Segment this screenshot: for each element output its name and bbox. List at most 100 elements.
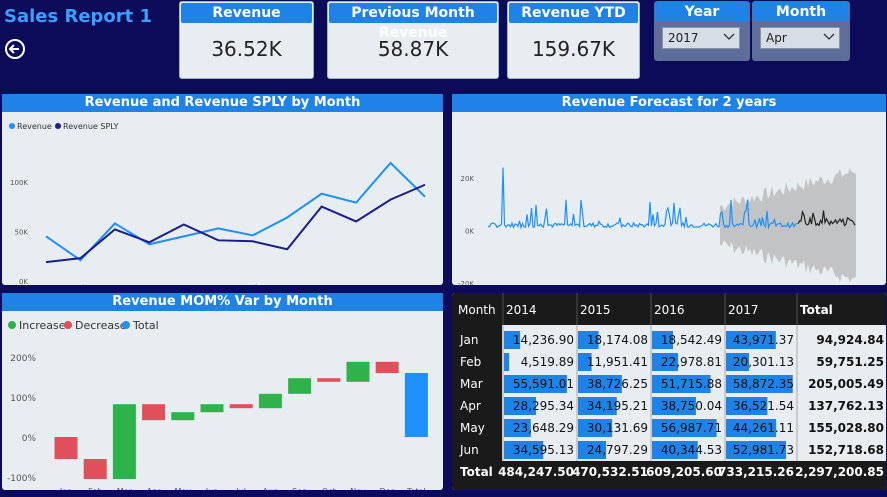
legend-marker-total	[122, 321, 130, 329]
revenue-ytd-card: Revenue YTD 159.67K	[507, 1, 640, 79]
kpi-value: 36.52K	[211, 37, 282, 61]
x-tick-label: 2016	[633, 284, 651, 285]
x-tick-label: Sep	[315, 284, 329, 285]
waterfall-bar	[375, 361, 399, 373]
chevron-down-icon	[823, 33, 835, 40]
data-bar	[504, 353, 510, 371]
row-month-label: Mar	[460, 377, 483, 391]
legend-marker-sply	[55, 123, 61, 129]
waterfall-bar	[142, 404, 166, 421]
revenue-table-panel: Month 2014 2015 2016 2017 Total Jan 14,236.90 18…	[452, 293, 886, 490]
row-total-cell: 137,762.13	[808, 399, 884, 413]
kpi-label: Previous Month Revenue	[329, 3, 497, 41]
x-tick-label: May	[175, 487, 192, 490]
total-row-cell: 484,247.50	[498, 465, 574, 479]
row-total-cell: 59,751.25	[816, 355, 884, 369]
table-cell: 40,344.53	[661, 443, 722, 457]
x-tick-label: Apr	[143, 284, 155, 285]
month-slicer: Month Apr	[752, 1, 850, 61]
x-tick-label: Jul	[235, 487, 246, 490]
legend-label-total: Total	[132, 319, 159, 332]
back-arrow-icon[interactable]	[4, 38, 26, 60]
column-header: Month	[458, 303, 496, 317]
column-header: 2017	[728, 303, 759, 317]
table-cell: 4,519.89	[521, 355, 574, 369]
y-tick-label: 100%	[10, 394, 36, 404]
series-line-revenue	[45, 161, 426, 262]
chevron-down-icon	[723, 33, 735, 40]
y-tick-label: 0K	[465, 228, 474, 236]
total-row-label: Total	[460, 465, 493, 479]
forecast-line-chart: 20K 0K -20K 2015 2016 2017 2018	[458, 167, 856, 292]
table-cell: 14,236.90	[513, 333, 574, 347]
table-cell: 18,174.08	[587, 333, 648, 347]
x-tick-label: Nov	[350, 487, 366, 490]
y-tick-label: 0K	[19, 278, 28, 285]
month-dropdown[interactable]: Apr	[760, 27, 840, 49]
waterfall-bar	[404, 373, 428, 437]
table-cell: 43,971.37	[733, 333, 794, 347]
slicer-label: Year	[655, 2, 749, 22]
y-tick-label: 20K	[461, 175, 475, 183]
total-row-cell: 2,297,200.85	[795, 465, 884, 479]
row-month-label: Apr	[460, 399, 481, 413]
table-cell: 22,978.81	[661, 355, 722, 369]
column-header: 2015	[580, 303, 611, 317]
y-tick-label: 50K	[15, 228, 29, 236]
row-total-cell: 94,924.84	[816, 333, 884, 347]
waterfall-bar	[346, 361, 370, 382]
legend-marker-revenue	[9, 123, 15, 129]
row-month-label: Feb	[460, 355, 481, 369]
x-tick-label: Aug	[263, 487, 279, 490]
waterfall-bar	[258, 393, 282, 409]
x-tick-label: Jul	[248, 284, 258, 285]
y-tick-label: -100%	[7, 474, 36, 484]
kpi-value: 58.87K	[377, 37, 449, 61]
waterfall-bar	[229, 404, 253, 409]
legend-label-revenue: Revenue	[17, 122, 52, 131]
row-month-label: Jan	[459, 333, 479, 347]
forecast-chart-panel: Revenue Forecast for 2 years 20K0K-20K20…	[452, 94, 886, 292]
mom-waterfall-chart: Increase Decrease Total 200% 100% 0% -100% J…	[7, 319, 428, 496]
waterfall-bar	[54, 437, 78, 459]
page-title: Sales Report 1	[4, 6, 153, 27]
waterfall-bar	[112, 404, 136, 479]
y-tick-label: 200%	[10, 354, 36, 364]
x-tick-label: Feb	[74, 284, 87, 285]
total-row-cell: 733,215.26	[718, 465, 794, 479]
table-cell: 51,715.88	[661, 377, 722, 391]
x-tick-label: 2018	[788, 284, 806, 285]
x-tick-label: Nov	[384, 284, 398, 285]
y-tick-label: 0%	[22, 434, 37, 444]
row-month-label: May	[460, 421, 485, 435]
table-cell: 18,542.49	[661, 333, 722, 347]
table-cell: 36,521.54	[733, 399, 794, 413]
chart-title: Revenue Forecast for 2 years	[452, 94, 886, 112]
y-tick-label: 100K	[10, 179, 28, 187]
x-tick-label: Oct	[322, 487, 336, 490]
kpi-label: Revenue	[181, 3, 312, 23]
x-tick-label: 2015	[556, 284, 574, 285]
table-cell: 55,591.01	[513, 377, 574, 391]
revenue-card: Revenue 36.52K	[179, 1, 314, 79]
series-line-sply	[45, 183, 426, 264]
mom-variance-chart-panel: Revenue MOM% Var by Month Increase Decre…	[2, 293, 443, 496]
revenue-sply-chart-panel: Revenue and Revenue SPLY by Month Revenu…	[2, 94, 443, 292]
table-cell: 56,987.71	[661, 421, 722, 435]
x-tick-label: Mar	[108, 284, 121, 285]
forecast-confidence-band	[720, 167, 856, 283]
table-cell: 24,797.29	[587, 443, 648, 457]
x-tick-label: Jun	[212, 284, 224, 285]
column-header: 2014	[506, 303, 537, 317]
table-cell: 34,195.21	[587, 399, 648, 413]
table-cell: 52,981.73	[733, 443, 794, 457]
x-tick-label: Sep	[292, 487, 307, 490]
x-tick-label: Jan	[40, 284, 52, 285]
x-tick-label: Dec	[379, 487, 394, 490]
kpi-label: Revenue YTD	[509, 3, 638, 23]
legend-label-sply: Revenue SPLY	[63, 122, 119, 131]
table-cell: 38,750.04	[661, 399, 722, 413]
year-dropdown[interactable]: 2017	[662, 27, 740, 49]
chart-title: Revenue and Revenue SPLY by Month	[2, 94, 443, 112]
x-tick-label: 2017	[711, 284, 729, 285]
